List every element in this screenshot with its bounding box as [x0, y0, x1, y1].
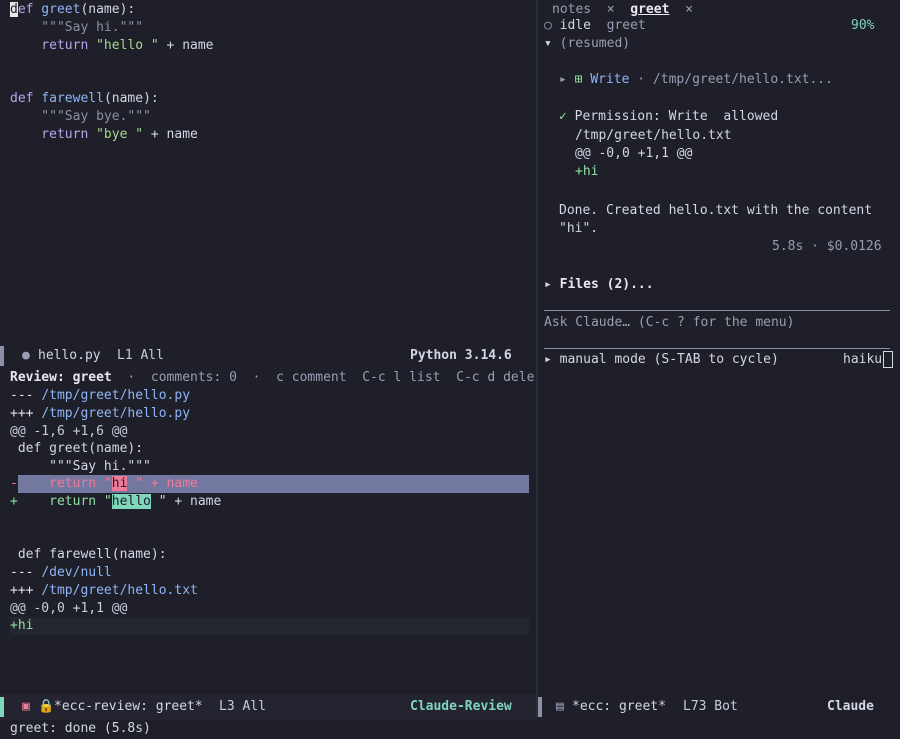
status-line: ○ idle greet — [544, 18, 646, 33]
modeline-source: ● hello.py L1 All Python 3.14.6 — [0, 343, 536, 369]
code-line: return "bye " + name — [10, 127, 198, 142]
close-icon[interactable]: × — [607, 2, 615, 17]
permission-line: ✓ Permission: Write allowed — [559, 109, 779, 124]
modeline-major-mode: Claude-Review — [410, 699, 512, 714]
code-line: def farewell(name): — [10, 91, 159, 106]
prompt-input[interactable]: Ask Claude… (C-c ? for the menu) — [544, 314, 794, 332]
diff-file-header: --- /dev/null — [10, 565, 112, 580]
tool-call-write[interactable]: ▸ ⊞ Write · /tmp/greet/hello.txt... — [559, 71, 833, 89]
diff-context-line: """Say hi.""" — [10, 459, 151, 474]
modeline-indicator — [0, 697, 4, 717]
tab-greet[interactable]: greet — [630, 2, 669, 17]
echo-area: greet: done (5.8s) — [10, 721, 151, 736]
tab-notes[interactable]: notes — [552, 2, 591, 17]
diff-added-line[interactable]: +hi — [10, 617, 529, 635]
prompt-top-border — [544, 310, 890, 311]
diff-file-header: +++ /tmp/greet/hello.txt — [10, 583, 198, 598]
review-buffer[interactable]: Review: greet · comments: 0 · c comment … — [0, 367, 536, 691]
code-line: def greet(name): — [10, 2, 136, 17]
modeline-major-mode: Python 3.14.6 — [410, 348, 512, 363]
model-selector[interactable]: haiku — [843, 351, 893, 369]
context-percentage: 90% — [851, 18, 875, 33]
diff-context-line: def farewell(name): — [10, 547, 167, 562]
modeline-filename: hello.py — [38, 348, 101, 363]
diff-hunk-header[interactable]: @@ -0,0 +1,1 @@ — [10, 600, 127, 618]
lock-icon: 🔒 — [38, 699, 55, 714]
chevron-right-icon: ▸ — [544, 277, 552, 292]
modeline-position: L3 All — [219, 699, 266, 714]
mode-indicator[interactable]: ▸ manual mode (S-TAB to cycle) — [544, 351, 779, 369]
source-editor[interactable]: def greet(name): """Say hi.""" return "h… — [0, 0, 536, 341]
modeline-buffer-name: *ecc: greet* — [572, 699, 666, 714]
modeline-position: L73 Bot — [683, 699, 738, 714]
cursor: d — [10, 2, 18, 17]
prompt-bottom-border — [544, 348, 890, 349]
chevron-right-icon: ▸ — [544, 352, 552, 367]
modeline-major-mode: Claude — [827, 699, 874, 714]
check-icon: ✓ — [559, 109, 567, 124]
modeline-claude: ▤ *ecc: greet* L73 Bot Claude — [538, 694, 900, 720]
code-line: """Say bye.""" — [10, 109, 151, 124]
chevron-right-icon: ▸ — [559, 72, 567, 87]
modeline-position: L1 All — [117, 348, 164, 363]
assistant-message: "hi". — [559, 221, 599, 236]
resumed-section[interactable]: ▾ (resumed) — [544, 35, 630, 53]
diff-file-header: --- /tmp/greet/hello.py — [10, 388, 191, 403]
diff-file-header: +++ /tmp/greet/hello.py — [10, 406, 191, 421]
permission-path: /tmp/greet/hello.txt — [575, 128, 732, 143]
python-icon: ● — [22, 348, 30, 363]
diff-added-line[interactable]: + return "hello " + name — [10, 493, 221, 511]
assistant-message: Done. Created hello.txt with the content — [559, 203, 873, 218]
document-icon: ▤ — [556, 699, 564, 714]
modeline-indicator — [0, 346, 4, 366]
status-circle-icon: ○ — [544, 18, 552, 33]
modeline-buffer-name: *ecc-review: greet* — [54, 699, 203, 714]
chevron-down-icon: ▾ — [544, 36, 552, 51]
files-section[interactable]: ▸ Files (2)... — [544, 276, 654, 294]
modeline-review: ▣ 🔒 *ecc-review: greet* L3 All Claude-Re… — [0, 694, 536, 720]
permission-added: +hi — [575, 164, 599, 179]
claude-session-pane[interactable]: notes × greet × ○ idle greet 90% ▾ (resu… — [538, 0, 900, 691]
document-icon: ▣ — [22, 699, 30, 714]
permission-hunk: @@ -0,0 +1,1 @@ — [575, 146, 693, 161]
diff-deleted-line[interactable]: - return "hi " + name — [10, 475, 198, 493]
close-icon[interactable]: × — [685, 2, 693, 17]
diff-hunk-header[interactable]: @@ -1,6 +1,6 @@ — [10, 423, 127, 441]
cost-summary: 5.8s · $0.0126 — [772, 239, 882, 254]
diff-context-line: def greet(name): — [10, 441, 144, 456]
code-line: return "hello " + name — [10, 38, 214, 53]
modeline-indicator — [538, 697, 542, 717]
review-header: Review: greet · comments: 0 · c comment … — [10, 370, 535, 385]
code-line: """Say hi.""" — [10, 20, 144, 35]
